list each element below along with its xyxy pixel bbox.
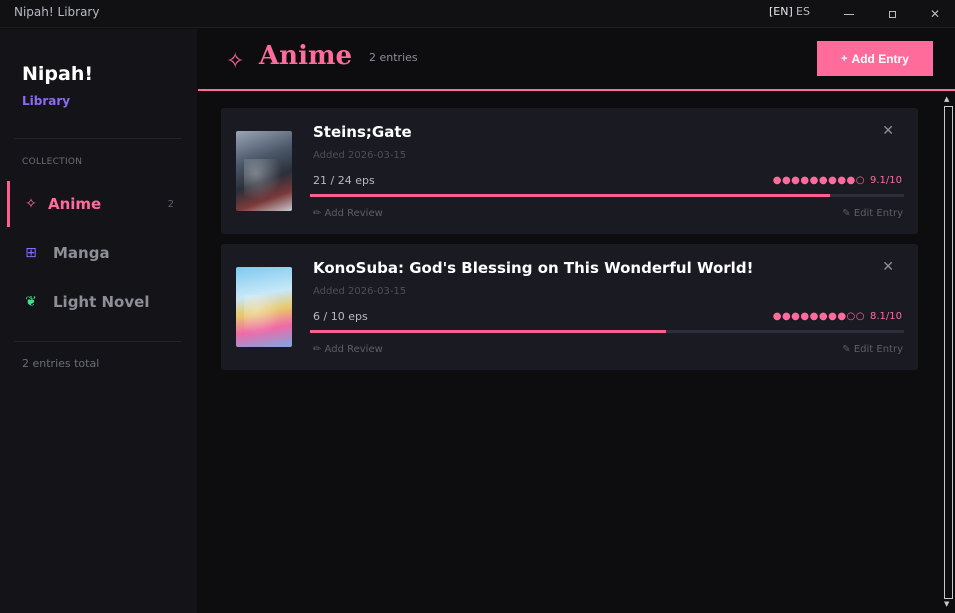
sidebar: Nipah! Library COLLECTION ✧ Anime 2 ⊞ Ma… [0,29,197,613]
progress-fill [310,194,830,197]
brand-title: Nipah! [22,63,94,85]
page-title: Anime [259,41,353,71]
add-entry-button[interactable]: + Add Entry [817,41,933,76]
entry-added-date: Added 2026-03-15 [313,150,407,161]
scrollbar[interactable]: ▲ ▼ [941,92,955,613]
sidebar-item-count: 2 [167,198,174,210]
edit-entry-button[interactable]: ✎ Edit Entry [842,344,903,355]
section-label: COLLECTION [22,157,83,167]
entry-episodes: 6 / 10 eps [313,310,368,323]
rating-score: 9.1/10 [870,175,902,186]
entry-rating: ●●●●●●●●○○ 8.1/10 [773,311,902,322]
entry-poster[interactable] [236,131,292,211]
active-marker [7,181,10,227]
maximize-button[interactable] [869,0,915,28]
sidebar-item-label: Anime [48,195,102,213]
remove-entry-button[interactable]: ✕ [882,259,894,275]
sidebar-item-anime[interactable]: ✧ Anime 2 [0,181,197,227]
rating-dots: ●●●●●●●●○○ [772,311,865,322]
entry-card[interactable]: Steins;Gate Added 2026-03-15 21 / 24 eps… [221,108,918,234]
sidebar-divider [14,341,181,342]
add-review-button[interactable]: ✏ Add Review [313,208,383,219]
plus-icon: + [841,52,848,65]
progress-bar [310,194,904,197]
sidebar-item-label: Light Novel [53,293,150,311]
page-header: ✧ Anime 2 entries + Add Entry [198,29,955,91]
progress-bar [310,330,904,333]
title-bar: Nipah! Library [EN] ES ✕ [0,0,955,28]
brand-subtitle: Library [22,94,71,108]
rating-dots: ●●●●●●●●●○ [772,175,865,186]
remove-entry-button[interactable]: ✕ [882,123,894,139]
entries-total: 2 entries total [22,357,100,370]
grid-icon: ⊞ [25,245,37,261]
language-es-button[interactable]: ES [796,5,810,18]
leaf-icon: ❦ [25,294,37,310]
sparkle-icon: ✧ [25,196,37,212]
maximize-icon [888,10,896,18]
close-window-button[interactable]: ✕ [912,0,955,28]
sidebar-item-manga[interactable]: ⊞ Manga [0,230,197,276]
sidebar-item-light-novel[interactable]: ❦ Light Novel [0,279,197,325]
minimize-icon [844,13,854,15]
entry-count: 2 entries [369,51,418,64]
language-en-button[interactable]: [EN] [769,5,793,18]
entry-episodes: 21 / 24 eps [313,174,375,187]
entry-title[interactable]: Steins;Gate [313,123,412,141]
sparkle-icon: ✧ [226,49,245,74]
minimize-button[interactable] [826,0,872,28]
progress-fill [310,330,667,333]
window-title: Nipah! Library [14,5,100,19]
scroll-up-icon[interactable]: ▲ [944,95,949,103]
entry-title[interactable]: KonoSuba: God's Blessing on This Wonderf… [313,259,753,277]
add-review-button[interactable]: ✏ Add Review [313,344,383,355]
entry-added-date: Added 2026-03-15 [313,286,407,297]
sidebar-item-label: Manga [53,244,110,262]
sidebar-divider [14,138,181,139]
add-entry-label: Add Entry [851,51,909,66]
close-icon: ✕ [929,7,941,21]
scrollbar-thumb[interactable] [944,106,953,599]
entry-card[interactable]: KonoSuba: God's Blessing on This Wonderf… [221,244,918,370]
entry-poster[interactable] [236,267,292,347]
rating-score: 8.1/10 [870,311,902,322]
entry-rating: ●●●●●●●●●○ 9.1/10 [773,175,902,186]
scroll-down-icon[interactable]: ▼ [944,600,949,608]
edit-entry-button[interactable]: ✎ Edit Entry [842,208,903,219]
